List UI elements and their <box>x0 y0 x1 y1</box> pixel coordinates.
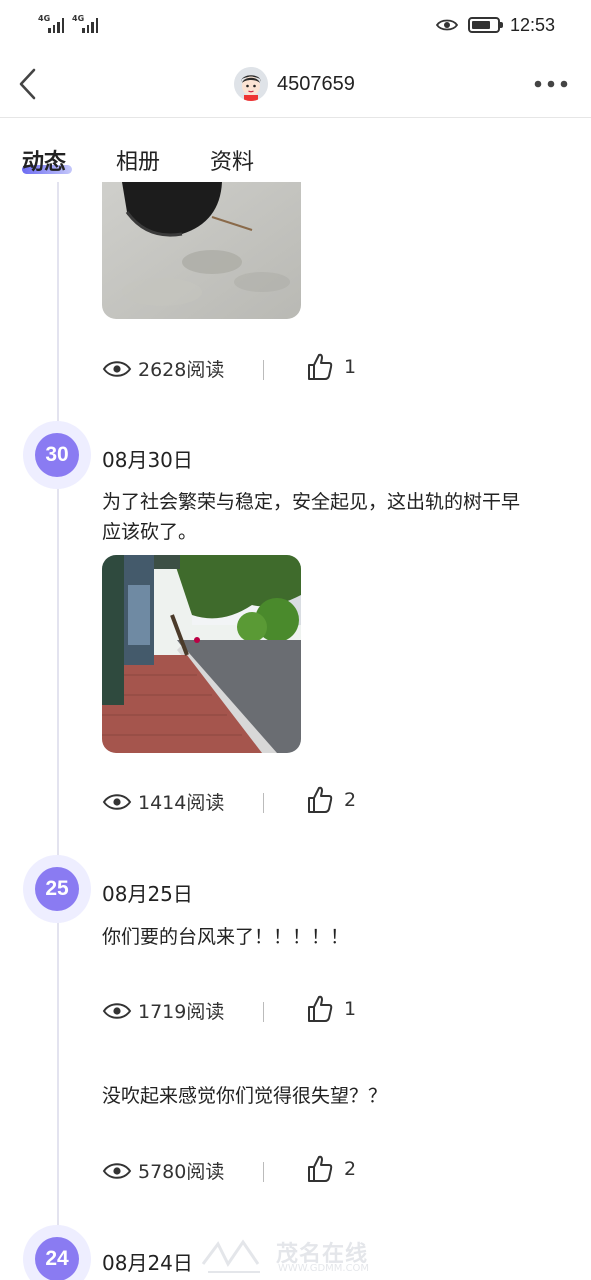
eye-comfort-icon <box>435 19 458 31</box>
day-badge: 25 <box>23 855 91 923</box>
day-badge: 24 <box>23 1225 91 1280</box>
day-number: 30 <box>35 433 79 477</box>
post-text: 你们要的台风来了！！！！！ <box>102 926 350 948</box>
status-bar: 4G 4G 12:53 <box>0 0 591 50</box>
view-count: 5780阅读 <box>102 1157 224 1184</box>
thumbs-up-icon <box>308 786 333 813</box>
site-watermark: 茂名在线 WWW.GDMM.COM <box>198 1234 398 1278</box>
view-count-text: 1719阅读 <box>138 1001 225 1023</box>
post-photo-tire[interactable] <box>102 182 301 319</box>
post-photo-street[interactable] <box>102 555 301 753</box>
avatar-face-icon <box>234 67 268 101</box>
tab-album[interactable]: 相册 <box>116 144 160 176</box>
like-count: 2 <box>344 789 357 811</box>
view-count: 1719阅读 <box>102 997 224 1024</box>
like-button[interactable]: 2 <box>306 785 356 815</box>
like-count: 2 <box>344 1158 357 1180</box>
day-badge: 30 <box>23 421 91 489</box>
eye-icon <box>102 793 132 810</box>
more-dots-icon[interactable] <box>533 78 569 90</box>
like-button[interactable]: 1 <box>306 994 356 1024</box>
avatar[interactable] <box>234 67 268 101</box>
like-count: 1 <box>344 356 357 378</box>
post-date: 08月25日 <box>102 882 193 906</box>
view-count-text: 2628阅读 <box>138 359 225 381</box>
divider <box>263 1002 264 1022</box>
view-count-text: 1414阅读 <box>138 792 225 814</box>
divider <box>263 793 264 813</box>
divider <box>263 1162 264 1182</box>
signal-icon-2: 4G <box>72 14 102 34</box>
page-title: 4507659 <box>277 72 355 95</box>
watermark-url: WWW.GDMM.COM <box>278 1263 370 1274</box>
tire-photo <box>102 182 301 319</box>
profile-tabs: 动态 相册 资料 <box>0 140 591 182</box>
like-button[interactable]: 1 <box>306 352 356 382</box>
day-number: 24 <box>35 1237 79 1280</box>
post-text: 没吹起来感觉你们觉得很失望？？ <box>102 1085 388 1107</box>
view-count: 2628阅读 <box>102 355 224 382</box>
post-date: 08月24日 <box>102 1251 193 1275</box>
post-feed: 2628阅读 1 30 08月30日 为了社会繁荣与稳定，安全起见，这出轨的树干… <box>0 182 591 1280</box>
like-button[interactable]: 2 <box>306 1154 356 1184</box>
post-stats: 1414阅读 2 <box>102 785 402 818</box>
view-count: 1414阅读 <box>102 788 224 815</box>
watermark-logo-icon <box>201 1239 260 1273</box>
tab-dynamics[interactable]: 动态 <box>22 144 66 176</box>
profile-header: 4507659 <box>234 67 355 101</box>
like-count: 1 <box>344 998 357 1020</box>
chevron-left-icon[interactable] <box>14 66 44 102</box>
battery-icon <box>467 17 503 33</box>
divider <box>263 360 264 380</box>
thumbs-up-icon <box>308 995 333 1022</box>
street-photo <box>102 555 301 753</box>
eye-icon <box>102 1162 132 1179</box>
post-date: 08月30日 <box>102 448 193 472</box>
thumbs-up-icon <box>308 1155 333 1182</box>
view-count-text: 5780阅读 <box>138 1161 225 1183</box>
top-app-bar: 4507659 <box>0 50 591 118</box>
status-time: 12:53 <box>509 14 555 35</box>
day-number: 25 <box>35 867 79 911</box>
eye-icon <box>102 1002 132 1019</box>
post-stats: 5780阅读 2 <box>102 1154 402 1187</box>
post-stats: 2628阅读 1 <box>102 352 402 385</box>
post-text: 为了社会繁荣与稳定，安全起见，这出轨的树干早应该砍了。 <box>102 491 521 543</box>
tab-profile-info[interactable]: 资料 <box>210 144 254 176</box>
eye-icon <box>102 360 132 377</box>
thumbs-up-icon <box>308 353 333 380</box>
post-stats: 1719阅读 1 <box>102 994 402 1027</box>
signal-icon: 4G <box>38 14 68 34</box>
